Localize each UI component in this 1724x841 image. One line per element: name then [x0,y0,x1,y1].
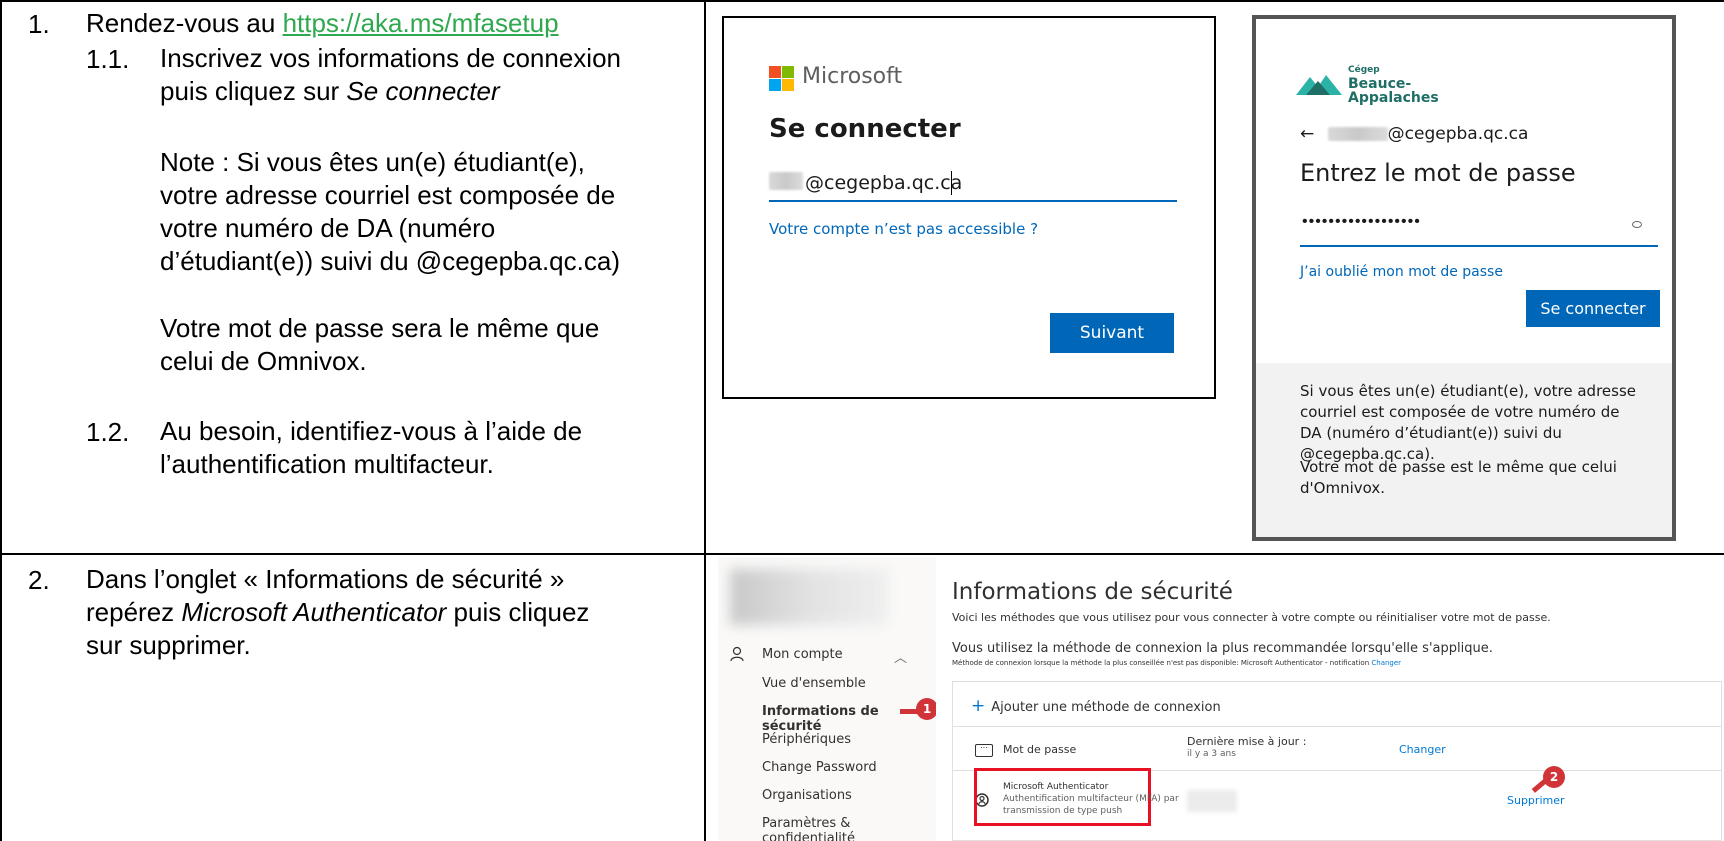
delete-authenticator-link[interactable]: Supprimer [1507,794,1565,807]
last-update-value: il y a 3 ans [1187,749,1236,759]
chevron-up-icon[interactable]: ︿ [894,647,907,666]
microsoft-signin-screenshot: Microsoft Se connecter @cegepba.qc.ca Vo… [722,16,1216,399]
password-dots: •••••••••••••••••• [1302,213,1421,230]
account-email: @cegepba.qc.ca [1387,124,1529,144]
signin-title: Se connecter [769,114,961,144]
table-column-divider [704,0,706,841]
annotation-badge-1: 1 [916,698,938,720]
authenticator-description-line: transmission de type push [1003,806,1123,816]
security-info-subtitle: Voici les méthodes que vous utilisez pou… [952,611,1551,624]
text-caret [951,171,952,195]
password-input[interactable]: •••••••••••••••••• [1300,207,1658,247]
footer-student-note: Si vous êtes un(e) étudiant(e), votre ad… [1300,382,1636,463]
account-sidebar: Mon compte ︿ Vue d'ensemble Informations… [718,557,938,841]
student-note: Note : Si vous êtes un(e) étudiant(e), v… [160,147,620,276]
step-1-1-line: Inscrivez vos informations de connexion [160,43,622,73]
footer-password-note: Votre mot de passe est le même que celui… [1300,458,1617,497]
step-1-1-number: 1.1. [86,44,130,74]
sidebar-item-organizations[interactable]: Organisations [762,788,852,803]
next-button[interactable]: Suivant [1050,313,1174,353]
table-border-left [0,0,2,841]
redacted-username [1327,127,1388,141]
security-info-title: Informations de sécurité [952,579,1233,605]
authenticator-name: Microsoft Authenticator [1003,782,1109,792]
sidebar-item-change-password[interactable]: Change Password [762,760,877,775]
last-update-label: Dernière mise à jour : [1187,735,1307,748]
microsoft-brand: Microsoft [802,64,903,89]
back-arrow-icon[interactable]: ← [1300,124,1314,144]
cegep-password-screenshot: Cégep Beauce- Appalaches ← @cegepba.qc.c… [1252,15,1676,541]
user-icon [730,646,744,662]
password-dots-icon: ··· [975,744,993,757]
sidebar-item-overview[interactable]: Vue d'ensemble [762,676,866,691]
redacted-device-name [1187,790,1237,812]
row-divider [953,726,1721,727]
change-password-link[interactable]: Changer [1399,743,1446,756]
methods-card: + Ajouter une méthode de connexion ··· Mo… [952,681,1722,841]
password-note: Votre mot de passe sera le même que celu… [160,313,600,376]
step-1-2-number: 1.2. [86,417,130,447]
sidebar-item-devices[interactable]: Périphériques [762,732,851,747]
default-method-text: Méthode de connexion lorsque la méthode … [952,659,1402,667]
step-1-number: 1. [28,9,50,39]
cegep-logo-text: Cégep Beauce- Appalaches [1348,65,1439,106]
step-2-text: Dans l’onglet « Informations de sécurité… [86,564,590,660]
account-inaccessible-link[interactable]: Votre compte n’est pas accessible ? [769,220,1038,238]
signin-button[interactable]: Se connecter [1526,290,1660,327]
back-row[interactable]: ← @cegepba.qc.ca [1300,124,1528,144]
table-row-divider [0,553,1724,555]
security-info-screenshot: Mon compte ︿ Vue d'ensemble Informations… [718,557,1724,841]
signin-footer: Si vous êtes un(e) étudiant(e), votre ad… [1256,363,1672,537]
add-method-button[interactable]: + Ajouter une méthode de connexion [971,696,1221,716]
cegep-mountain-logo-icon [1296,75,1342,95]
sidebar-item-my-account[interactable]: Mon compte [762,647,843,662]
table-border-top [0,0,1724,2]
step-1-1-text: Inscrivez vos informations de connexion … [160,42,621,108]
security-info-main: Informations de sécurité Voici les métho… [936,557,1724,841]
step-1-1-line: puis cliquez sur Se connecter [160,76,500,106]
sidebar-item-settings-privacy[interactable]: Paramètres & confidentialité [762,816,936,841]
change-default-method-link[interactable]: Changer [1371,659,1401,667]
step-1-2-text: Au besoin, identifiez-vous à l’aide de l… [160,416,583,479]
email-input[interactable]: @cegepba.qc.ca [769,166,1177,202]
forgot-password-link[interactable]: J’ai oublié mon mot de passe [1300,264,1503,280]
mfasetup-link[interactable]: https://aka.ms/mfasetup [283,8,559,38]
plus-icon: + [971,696,986,716]
reveal-password-icon[interactable] [1632,221,1642,228]
password-title: Entrez le mot de passe [1300,159,1576,187]
email-input-value: @cegepba.qc.ca [805,172,963,194]
recommended-method-text: Vous utilisez la méthode de connexion la… [952,641,1493,656]
step-1-intro-text: Rendez-vous au [86,8,283,38]
microsoft-logo-icon [769,66,794,91]
redacted-avatar [730,569,888,625]
password-method-label: Mot de passe [1003,743,1077,756]
step-2-number: 2. [28,565,50,595]
step-1-intro: Rendez-vous au https://aka.ms/mfasetup [86,7,559,40]
authenticator-description-line: Authentification multifacteur (MFA) par [1003,794,1179,804]
annotation-badge-2: 2 [1543,766,1565,788]
redacted-username [769,172,803,190]
